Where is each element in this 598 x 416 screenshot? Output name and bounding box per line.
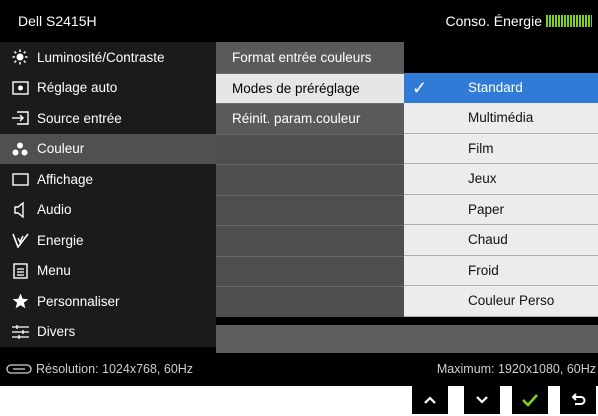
checkmark-icon: ✓ <box>412 77 428 98</box>
option-label: Jeux <box>468 171 497 187</box>
submenu-item-label: Réinit. param.couleur <box>232 111 361 127</box>
submenu-item-reset-color[interactable]: Réinit. param.couleur <box>216 103 404 134</box>
main-menu: Luminosité/Contraste Réglage auto Source… <box>0 42 216 347</box>
menu-item-personalize[interactable]: Personnaliser <box>0 286 216 317</box>
menu-item-label: Menu <box>37 263 71 279</box>
submenu-item-label: Format entrée couleurs <box>232 49 372 65</box>
option-custom-color[interactable]: Couleur Perso <box>404 286 598 317</box>
submenu-empty-row <box>216 194 404 225</box>
menu-item-energy[interactable]: Energie <box>0 225 216 256</box>
current-resolution: Résolution: 1024x768, 60Hz <box>36 362 194 376</box>
energy-label: Conso. Énergie <box>445 13 542 29</box>
menu-item-display[interactable]: Affichage <box>0 164 216 195</box>
up-arrow-icon <box>424 396 436 404</box>
submenu-item-label: Modes de préréglage <box>232 80 360 96</box>
others-icon <box>11 323 29 341</box>
preset-mode-options: ✓ Standard Multimédia Film Jeux Paper Ch… <box>404 42 598 317</box>
color-submenu: Format entrée couleurs Modes de prérégla… <box>216 42 404 317</box>
resolution-info: Résolution: 1024x768, 60Hz <box>6 362 193 376</box>
menu-item-audio[interactable]: Audio <box>0 194 216 225</box>
osd-window: Dell S2415H Conso. Énergie Luminosité/Co… <box>0 0 598 386</box>
option-paper[interactable]: Paper <box>404 194 598 225</box>
up-button[interactable] <box>412 386 448 414</box>
menu-item-brightness[interactable]: Luminosité/Contraste <box>0 42 216 73</box>
submenu-empty-row <box>216 255 404 286</box>
option-label: Chaud <box>468 232 508 248</box>
display-icon <box>11 170 29 188</box>
option-label: Multimédia <box>468 110 534 126</box>
menu-item-auto-adjust[interactable]: Réglage auto <box>0 72 216 103</box>
option-game[interactable]: Jeux <box>404 164 598 195</box>
option-cool[interactable]: Froid <box>404 255 598 286</box>
menu-item-menu[interactable]: Menu <box>0 255 216 286</box>
energy-indicator: Conso. Énergie <box>445 13 592 29</box>
menu-item-label: Audio <box>37 202 72 218</box>
check-icon <box>522 394 538 407</box>
menu-item-input-source[interactable]: Source entrée <box>0 103 216 134</box>
option-label: Film <box>468 140 494 156</box>
energy-meter-icon <box>546 15 592 27</box>
monitor-model: Dell S2415H <box>18 13 97 29</box>
menu-item-label: Luminosité/Contraste <box>37 49 165 65</box>
option-multimedia[interactable]: Multimédia <box>404 103 598 134</box>
option-label: Standard <box>468 80 523 96</box>
option-warm[interactable]: Chaud <box>404 225 598 256</box>
menu-item-label: Personnaliser <box>37 293 120 309</box>
menu-item-others[interactable]: Divers <box>0 316 216 347</box>
submenu-footer <box>216 325 404 353</box>
back-icon <box>571 393 586 405</box>
connector-icon <box>6 364 32 374</box>
option-label: Froid <box>468 262 499 278</box>
energy-icon <box>11 231 29 249</box>
option-label: Couleur Perso <box>468 293 555 309</box>
submenu-empty-row <box>216 225 404 256</box>
menu-item-label: Couleur <box>37 141 85 157</box>
color-icon <box>11 140 29 158</box>
menu-item-label: Divers <box>37 324 76 340</box>
submenu-empty-row <box>216 164 404 195</box>
status-bar: Résolution: 1024x768, 60Hz Maximum: 1920… <box>0 353 598 386</box>
ok-button[interactable] <box>512 386 548 414</box>
options-footer <box>404 325 598 353</box>
down-arrow-icon <box>476 396 488 404</box>
submenu-empty-row <box>216 286 404 317</box>
submenu-empty-row <box>216 133 404 164</box>
submenu-item-preset-modes[interactable]: Modes de préréglage <box>216 72 404 103</box>
osd-header: Dell S2415H Conso. Énergie <box>0 0 598 42</box>
option-label: Paper <box>468 201 505 217</box>
down-button[interactable] <box>464 386 500 414</box>
audio-icon <box>11 201 29 219</box>
input-source-icon <box>11 109 29 127</box>
option-standard[interactable]: ✓ Standard <box>404 72 598 103</box>
menu-item-label: Energie <box>37 232 84 248</box>
auto-adjust-icon <box>11 79 29 97</box>
menu-icon <box>11 262 29 280</box>
max-resolution: Maximum: 1920x1080, 60Hz <box>436 362 596 376</box>
star-icon <box>11 292 29 310</box>
option-movie[interactable]: Film <box>404 133 598 164</box>
menu-item-label: Réglage auto <box>37 80 118 96</box>
options-header-spacer <box>404 42 598 73</box>
menu-item-color[interactable]: Couleur <box>0 133 216 164</box>
back-button[interactable] <box>560 386 596 414</box>
brightness-icon <box>11 48 29 66</box>
menu-item-label: Affichage <box>37 171 94 187</box>
submenu-item-input-color-format[interactable]: Format entrée couleurs <box>216 42 404 73</box>
control-buttons <box>0 386 598 416</box>
menu-item-label: Source entrée <box>37 110 122 126</box>
